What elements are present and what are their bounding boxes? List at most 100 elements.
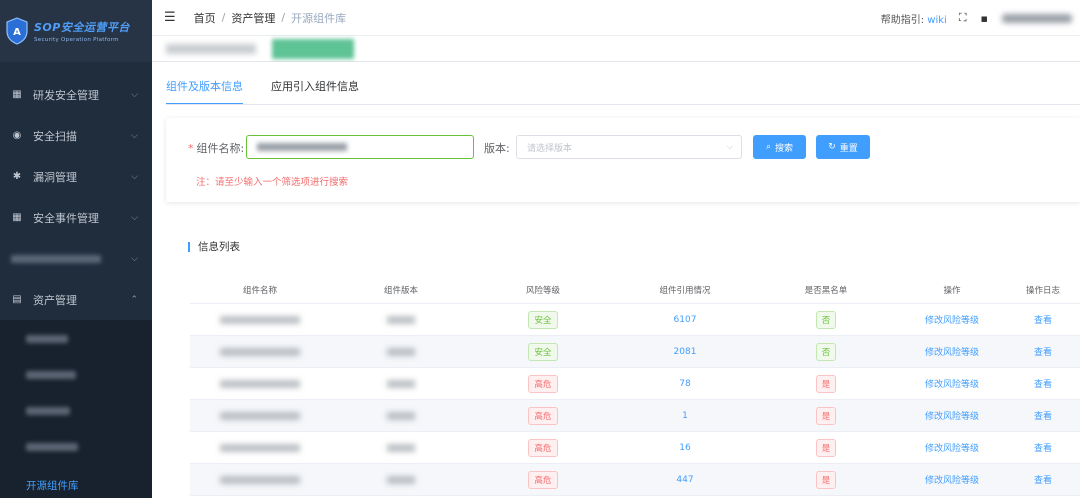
bug-icon: ✱ — [12, 171, 22, 182]
col-references: 组件引用情况 — [659, 285, 711, 296]
table-row: 高危 447 是 修改风险等级 查看 — [190, 464, 1080, 496]
submenu-item-open-source-library[interactable]: 开源组件库 — [0, 466, 152, 498]
blacklist-badge: 是 — [815, 374, 837, 393]
modify-risk-link[interactable]: 修改风险等级 — [925, 441, 979, 454]
submenu-item[interactable] — [0, 392, 152, 430]
sidebar-item-redacted[interactable]: ⌵ — [0, 238, 152, 279]
redacted-version — [387, 475, 415, 484]
modify-risk-link[interactable]: 修改风险等级 — [925, 409, 979, 422]
help-guide: 帮助指引: wiki — [881, 11, 947, 26]
user-avatar-redacted[interactable] — [1002, 13, 1072, 23]
table-row: 高危 78 是 修改风险等级 查看 — [190, 368, 1080, 400]
reset-button[interactable]: ↻ 重置 — [816, 135, 870, 159]
tabs: 组件及版本信息 应用引入组件信息 — [166, 78, 387, 105]
redacted-label — [26, 371, 76, 379]
redacted-component-name — [220, 475, 300, 484]
submenu-item[interactable] — [0, 428, 152, 466]
blacklist-badge: 否 — [815, 310, 837, 329]
view-log-link[interactable]: 查看 — [1034, 345, 1052, 358]
view-log-link[interactable]: 查看 — [1034, 377, 1052, 390]
modify-risk-link[interactable]: 修改风险等级 — [925, 377, 979, 390]
table-row: 安全 6107 否 修改风险等级 查看 — [190, 304, 1080, 336]
hamburger-menu-icon[interactable]: ☰ — [164, 10, 176, 25]
sidebar-item-label: 安全事件管理 — [33, 211, 99, 225]
col-risk-level: 风险等级 — [525, 285, 560, 296]
tab-app-component-info[interactable]: 应用引入组件信息 — [271, 78, 359, 105]
redacted-version — [387, 379, 415, 388]
sidebar-item-security-events[interactable]: ▦ 安全事件管理 ⌵ — [0, 197, 152, 238]
app-logo[interactable]: A SOP安全运营平台 Security Operation Platform — [0, 0, 152, 62]
component-name-input[interactable] — [246, 135, 474, 159]
blacklist-badge: 是 — [815, 470, 837, 489]
col-component-name: 组件名称 — [242, 285, 277, 296]
chevron-down-icon: ⌵ — [131, 212, 138, 223]
search-icon: ⌕ — [765, 142, 772, 152]
modify-risk-link[interactable]: 修改风险等级 — [925, 345, 979, 358]
breadcrumb-home[interactable]: 首页 — [194, 10, 216, 26]
modify-risk-link[interactable]: 修改风险等级 — [925, 313, 979, 326]
document-icon: ▤ — [12, 294, 22, 305]
redacted-label — [26, 407, 70, 415]
top-header: ☰ 首页 / 资产管理 / 开源组件库 帮助指引: wiki ⛶ ▪ — [152, 0, 1080, 36]
table-row: 高危 1 是 修改风险等级 查看 — [190, 400, 1080, 432]
blacklist-badge: 否 — [815, 342, 837, 361]
version-placeholder: 请选择版本 — [527, 143, 573, 154]
sidebar-item-security-scan[interactable]: ◉ 安全扫描 ⌵ — [0, 115, 152, 156]
redacted-component-name — [220, 347, 300, 356]
reference-count-link[interactable]: 1 — [682, 411, 688, 421]
size-icon[interactable]: ▪ — [981, 12, 988, 25]
tabs-divider — [166, 104, 1080, 105]
reference-count-link[interactable]: 6107 — [674, 315, 697, 325]
view-log-link[interactable]: 查看 — [1034, 441, 1052, 454]
risk-badge: 安全 — [528, 342, 558, 361]
tag-redacted[interactable] — [166, 44, 256, 54]
tag-active-redacted[interactable] — [272, 39, 354, 59]
redacted-version — [387, 347, 415, 356]
reference-count-link[interactable]: 78 — [679, 379, 690, 389]
sidebar-item-vuln-management[interactable]: ✱ 漏洞管理 ⌵ — [0, 156, 152, 197]
breadcrumb-separator: / — [281, 11, 286, 24]
view-log-link[interactable]: 查看 — [1034, 473, 1052, 486]
search-button[interactable]: ⌕ 搜索 — [753, 135, 806, 159]
breadcrumb: 首页 / 资产管理 / 开源组件库 — [194, 10, 346, 26]
redacted-version — [387, 443, 415, 452]
component-table: 组件名称 组件版本 风险等级 组件引用情况 是否黑名单 操作 操作日志 安全 6… — [190, 276, 1080, 496]
sidebar-item-asset-management[interactable]: ▤ 资产管理 ⌃ — [0, 279, 152, 320]
svg-text:A: A — [13, 27, 21, 38]
refresh-icon: ↻ — [828, 142, 836, 152]
blacklist-badge: 是 — [815, 438, 837, 457]
list-title: 信息列表 — [188, 242, 240, 252]
tab-component-version-info[interactable]: 组件及版本信息 — [166, 78, 243, 105]
col-action: 操作 — [943, 285, 961, 296]
breadcrumb-separator: / — [221, 11, 226, 24]
risk-badge: 安全 — [528, 310, 558, 329]
table-header: 组件名称 组件版本 风险等级 组件引用情况 是否黑名单 操作 操作日志 — [190, 276, 1080, 304]
help-label: 帮助指引: — [880, 14, 925, 26]
redacted-component-name — [220, 379, 300, 388]
fullscreen-icon[interactable]: ⛶ — [959, 11, 967, 25]
sidebar-item-dev-security[interactable]: ▦ 研发安全管理 ⌵ — [0, 74, 152, 115]
submenu-item[interactable] — [0, 320, 152, 358]
risk-badge: 高危 — [528, 406, 558, 425]
redacted-version — [387, 411, 415, 420]
risk-badge: 高危 — [528, 438, 558, 457]
redacted-label — [26, 335, 68, 343]
view-log-link[interactable]: 查看 — [1034, 313, 1052, 326]
sidebar-item-label: 研发安全管理 — [33, 88, 99, 102]
redacted-component-name — [220, 411, 300, 420]
component-name-label: * 组件名称: — [188, 142, 245, 155]
logo-title: SOP安全运营平台 — [34, 21, 130, 34]
view-log-link[interactable]: 查看 — [1034, 409, 1052, 422]
reference-count-link[interactable]: 2081 — [674, 347, 697, 357]
breadcrumb-asset-management[interactable]: 资产管理 — [231, 10, 275, 26]
chevron-down-icon: ⌵ — [131, 130, 138, 141]
table-row: 安全 2081 否 修改风险等级 查看 — [190, 336, 1080, 368]
version-select[interactable]: 请选择版本 ⌵ — [516, 135, 742, 159]
chevron-up-icon: ⌃ — [130, 294, 138, 305]
modify-risk-link[interactable]: 修改风险等级 — [925, 473, 979, 486]
redacted-input-value — [257, 143, 347, 151]
reference-count-link[interactable]: 16 — [679, 443, 690, 453]
help-wiki-link[interactable]: wiki — [927, 15, 947, 26]
submenu-item[interactable] — [0, 356, 152, 394]
reference-count-link[interactable]: 447 — [676, 475, 693, 485]
